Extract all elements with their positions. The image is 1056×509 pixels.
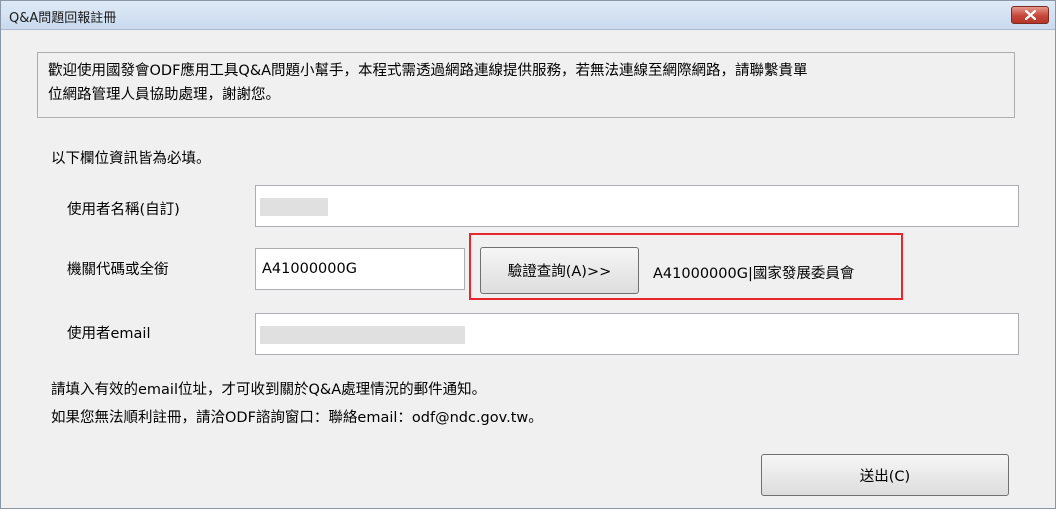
email-label: 使用者email [67,326,151,342]
window-title: Q&A問題回報註冊 [9,11,117,26]
contact-hint: 如果您無法順利註冊，請洽ODF諮詢窗口：聯絡email：odf@ndc.gov.… [51,410,543,426]
username-label: 使用者名稱(自訂) [67,202,180,218]
redacted-value [260,326,465,344]
email-input[interactable] [255,313,1019,355]
close-button[interactable] [1011,6,1049,24]
redacted-value [260,198,328,216]
notice-line-1: 歡迎使用國發會ODF應用工具Q&A問題小幫手，本程式需透過網路連線提供服務，若無… [48,63,808,79]
submit-button[interactable]: 送出(C) [761,454,1009,496]
registration-dialog: Q&A問題回報註冊 歡迎使用國發會ODF應用工具Q&A問題小幫手，本程式需透過網… [0,0,1056,509]
required-note: 以下欄位資訊皆為必填。 [51,151,211,167]
agency-input-value: A41000000G [262,261,357,277]
close-icon [1025,10,1036,20]
welcome-notice: 歡迎使用國發會ODF應用工具Q&A問題小幫手，本程式需透過網路連線提供服務，若無… [37,52,1015,118]
email-hint: 請填入有效的email位址，才可收到關於Q&A處理情況的郵件通知。 [51,382,487,398]
highlight-box [469,233,903,300]
username-input[interactable] [255,185,1019,227]
agency-input[interactable]: A41000000G [255,248,465,290]
notice-line-2: 位網路管理人員協助處理，謝謝您。 [48,87,280,103]
agency-label: 機關代碼或全銜 [67,262,169,278]
title-bar: Q&A問題回報註冊 [1,1,1055,30]
